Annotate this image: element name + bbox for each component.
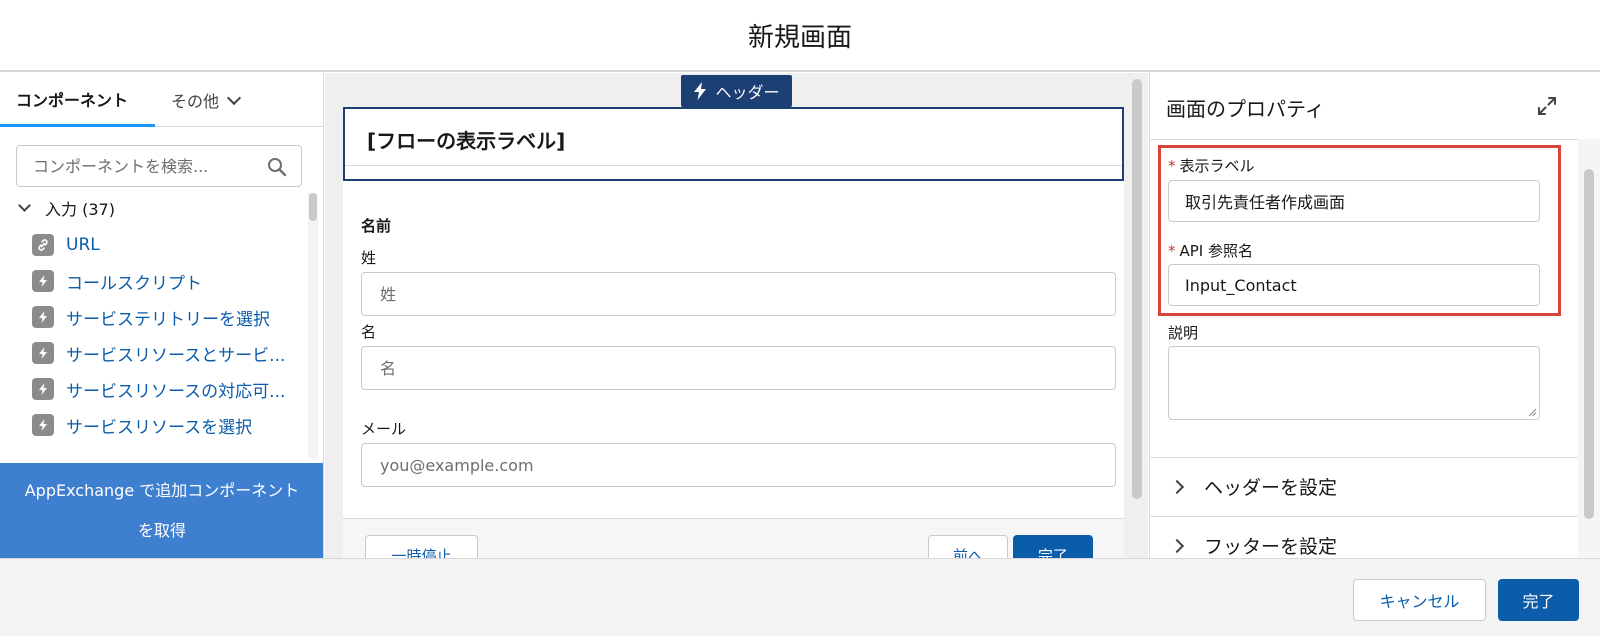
properties-title: 画面のプロパティ bbox=[1166, 97, 1325, 121]
label-field-label: * 表示ラベル bbox=[1168, 155, 1255, 176]
link-icon bbox=[32, 234, 54, 256]
resize-handle-icon[interactable] bbox=[1527, 407, 1537, 417]
label-field-text: 表示ラベル bbox=[1179, 157, 1255, 175]
section-input-toggle[interactable]: 入力 (37) bbox=[18, 193, 115, 223]
email-input[interactable] bbox=[361, 443, 1116, 487]
tab-components[interactable]: コンポーネント bbox=[0, 73, 155, 127]
screen-properties-panel: 画面のプロパティ *表示ラベル *API 参照名 説明 ヘッダーを設定 フッター… bbox=[1149, 73, 1600, 558]
component-item-select-service-resource[interactable]: サービスリソースを選択 bbox=[32, 410, 252, 440]
component-item-service-resource-availability[interactable]: サービスリソースの対応可... bbox=[32, 374, 285, 404]
last-name-input[interactable] bbox=[361, 272, 1116, 316]
chevron-down-icon bbox=[226, 90, 242, 105]
section-configure-footer-label: フッターを設定 bbox=[1204, 536, 1338, 558]
api-name-label: * API 参照名 bbox=[1168, 240, 1253, 261]
flow-label: [フローの表示ラベル] bbox=[367, 129, 566, 153]
description-label: 説明 bbox=[1168, 324, 1199, 342]
section-configure-header[interactable]: ヘッダーを設定 bbox=[1150, 457, 1578, 515]
lightning-icon bbox=[32, 342, 54, 364]
header-badge[interactable]: ヘッダー bbox=[681, 75, 792, 107]
component-list: 入力 (37) URL コールスクリプト サービステリトリーを選択 サービスリソ… bbox=[0, 193, 323, 458]
scrollbar-thumb[interactable] bbox=[1132, 79, 1142, 499]
chevron-right-icon bbox=[1169, 538, 1185, 553]
header-badge-label: ヘッダー bbox=[715, 83, 780, 102]
component-palette: コンポーネント その他 入力 (37) URL コールスクリプト bbox=[0, 73, 324, 558]
chevron-down-icon bbox=[18, 199, 31, 212]
label-input[interactable] bbox=[1168, 180, 1540, 222]
screen-header[interactable]: [フローの表示ラベル] bbox=[343, 107, 1124, 181]
properties-scrollbar[interactable] bbox=[1578, 139, 1600, 558]
last-name-label: 姓 bbox=[361, 249, 377, 267]
cancel-button[interactable]: キャンセル bbox=[1353, 579, 1486, 621]
name-group-label: 名前 bbox=[361, 217, 392, 235]
canvas-scrollbar[interactable] bbox=[1126, 73, 1148, 558]
tab-components-label: コンポーネント bbox=[16, 90, 129, 110]
modal-footer: キャンセル 完了 bbox=[0, 558, 1600, 636]
section-input-label: 入力 (37) bbox=[45, 200, 115, 219]
component-item-label: サービスリソースとサービ... bbox=[66, 345, 286, 366]
first-name-input[interactable] bbox=[361, 346, 1116, 390]
tab-other-label: その他 bbox=[171, 92, 220, 111]
required-marker: * bbox=[1168, 157, 1176, 175]
palette-scrollbar[interactable] bbox=[308, 193, 318, 458]
component-item-label: URL bbox=[66, 235, 100, 255]
divider bbox=[345, 165, 1122, 166]
lightning-icon bbox=[32, 270, 54, 292]
component-item-label: コールスクリプト bbox=[66, 273, 202, 294]
component-item-call-script[interactable]: コールスクリプト bbox=[32, 266, 202, 296]
required-marker: * bbox=[1168, 242, 1176, 260]
component-item-label: サービスリソースを選択 bbox=[66, 417, 253, 438]
section-configure-footer[interactable]: フッターを設定 bbox=[1150, 516, 1578, 558]
expand-icon[interactable] bbox=[1538, 97, 1556, 115]
chevron-right-icon bbox=[1169, 479, 1185, 494]
api-name-text: API 参照名 bbox=[1179, 242, 1254, 260]
lightning-icon bbox=[32, 414, 54, 436]
modal-header: 新規画面 bbox=[0, 0, 1600, 72]
screen-footer: 一時停止 前へ 完了 bbox=[343, 518, 1124, 558]
screen-canvas: ヘッダー [フローの表示ラベル] 名前 姓 名 メール 一時停止 前へ 完了 bbox=[325, 73, 1148, 558]
tab-other[interactable]: その他 bbox=[155, 73, 255, 127]
finish-button[interactable]: 完了 bbox=[1013, 535, 1093, 558]
description-textarea[interactable] bbox=[1168, 346, 1540, 420]
pause-button[interactable]: 一時停止 bbox=[365, 535, 478, 558]
palette-tabs: コンポーネント その他 bbox=[0, 73, 323, 127]
modal-title: 新規画面 bbox=[747, 22, 852, 53]
search-input[interactable] bbox=[33, 156, 263, 176]
previous-button[interactable]: 前へ bbox=[928, 535, 1008, 558]
screen-preview: [フローの表示ラベル] 名前 姓 名 メール 一時停止 前へ 完了 bbox=[343, 107, 1124, 558]
first-name-label: 名 bbox=[361, 323, 377, 341]
appexchange-button[interactable]: AppExchange で追加コンポーネントを取得 bbox=[0, 463, 323, 558]
component-item-label: サービステリトリーを選択 bbox=[66, 309, 270, 330]
component-search bbox=[16, 145, 302, 187]
component-item-service-territory[interactable]: サービステリトリーを選択 bbox=[32, 302, 270, 332]
lightning-icon bbox=[32, 378, 54, 400]
lightning-icon bbox=[32, 306, 54, 328]
component-item-url[interactable]: URL bbox=[32, 230, 100, 260]
component-item-service-resource-and[interactable]: サービスリソースとサービ... bbox=[32, 338, 285, 368]
scrollbar-thumb[interactable] bbox=[1584, 169, 1594, 519]
component-item-label: サービスリソースの対応可... bbox=[66, 381, 286, 402]
done-button[interactable]: 完了 bbox=[1498, 579, 1579, 621]
api-name-input[interactable] bbox=[1168, 264, 1540, 306]
scrollbar-thumb[interactable] bbox=[309, 193, 317, 221]
search-icon bbox=[268, 158, 287, 177]
divider bbox=[1150, 139, 1578, 140]
lightning-icon bbox=[694, 82, 707, 100]
section-configure-header-label: ヘッダーを設定 bbox=[1204, 477, 1338, 499]
email-label: メール bbox=[361, 420, 407, 438]
